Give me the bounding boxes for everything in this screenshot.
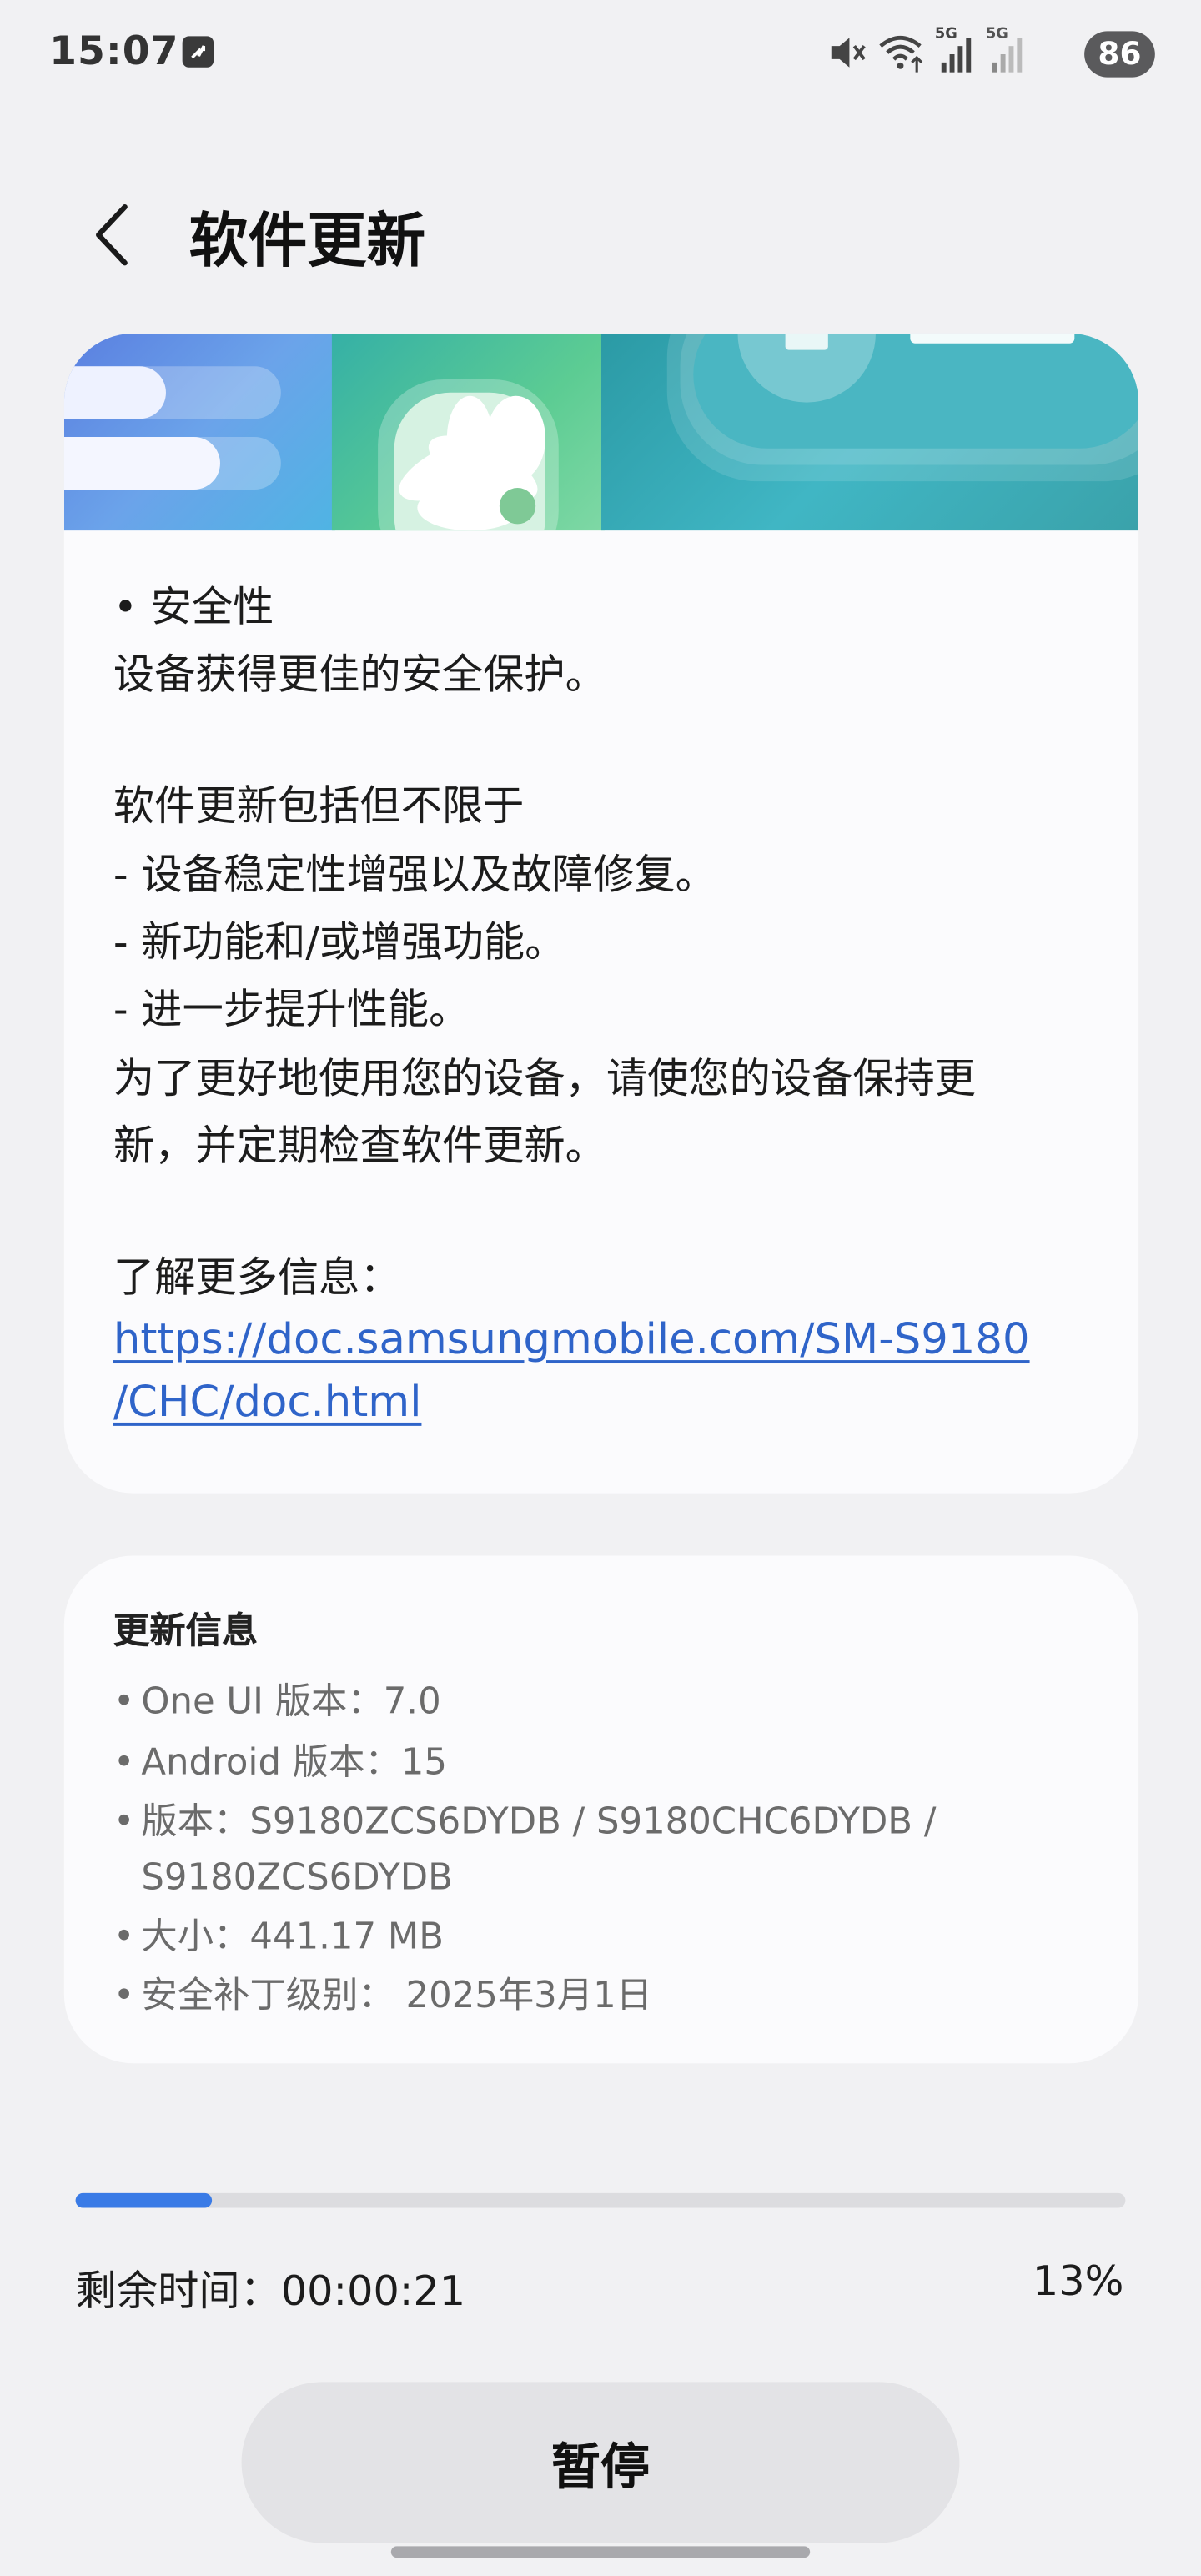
info-item: • 版本：S9180ZCS6DYDB / S9180CHC6DYDB / — [113, 1801, 937, 1844]
update-info-title: 更新信息 — [113, 1611, 259, 1653]
info-item: • 大小：441.17 MB — [113, 1916, 444, 1959]
app-notification-icon — [182, 36, 214, 68]
status-icons: 5G 5G 86 — [827, 27, 1155, 78]
banner-image — [63, 333, 1139, 531]
notes-line: - 新功能和/或增强功能。 — [113, 918, 566, 967]
signal-icon: 5G — [934, 26, 981, 82]
notes-line: 新，并定期检查软件更新。 — [113, 1122, 606, 1170]
status-bar: 15:07 5G 5G 86 — [0, 0, 1201, 105]
release-notes-link-continued[interactable]: /CHC/doc.html — [113, 1375, 422, 1431]
notes-line: 设备获得更佳的安全保护。 — [113, 650, 606, 699]
banner-panel-clock — [600, 333, 1139, 531]
banner-panel-flower — [331, 333, 605, 531]
info-item: • Android 版本：15 — [113, 1743, 447, 1785]
notes-line: 为了更好地使用您的设备，请使您的设备保持更 — [113, 1054, 977, 1102]
network-type-label: 5G — [985, 26, 1008, 43]
page-title: 软件更新 — [188, 208, 426, 276]
wifi-icon — [877, 29, 927, 82]
home-indicator[interactable] — [390, 2546, 811, 2558]
status-time: 15:07 — [49, 28, 179, 74]
progress-percent: 13% — [1032, 2257, 1124, 2305]
notes-line: - 进一步提升性能。 — [113, 985, 470, 1034]
pause-button[interactable]: 暂停 — [241, 2382, 960, 2543]
battery-icon: 86 — [1084, 31, 1155, 78]
back-button[interactable] — [82, 197, 141, 273]
info-item: • 安全补丁级别： 2025年3月1日 — [113, 1976, 653, 2018]
network-type-label: 5G — [934, 26, 957, 43]
mute-icon — [827, 29, 866, 82]
chevron-left-icon — [96, 204, 128, 266]
time-remaining: 剩余时间：00:00:21 — [75, 2267, 466, 2315]
signal-icon: 5G — [985, 26, 1032, 82]
update-info-card: 更新信息 • One UI 版本：7.0 • Android 版本：15 • 版本：S… — [63, 1555, 1139, 2064]
info-item-continuation: S9180ZCS6DYDB — [141, 1857, 453, 1900]
release-notes-card: • 安全性 设备获得更佳的安全保护。 软件更新包括但不限于 - 设备稳定性增强以… — [63, 333, 1139, 1494]
notes-line: • 安全性 — [113, 583, 274, 631]
info-item: • One UI 版本：7.0 — [113, 1682, 441, 1724]
more-info-label: 了解更多信息： — [113, 1253, 401, 1302]
notes-line: - 设备稳定性增强以及故障修复。 — [113, 851, 716, 899]
download-progress-bar — [75, 2192, 1126, 2208]
release-notes-link[interactable]: https://doc.samsungmobile.com/SM-S9180 — [113, 1313, 1030, 1368]
notes-line: 软件更新包括但不限于 — [113, 781, 525, 830]
banner-panel-toggles — [63, 333, 335, 531]
download-progress-fill — [75, 2192, 213, 2208]
